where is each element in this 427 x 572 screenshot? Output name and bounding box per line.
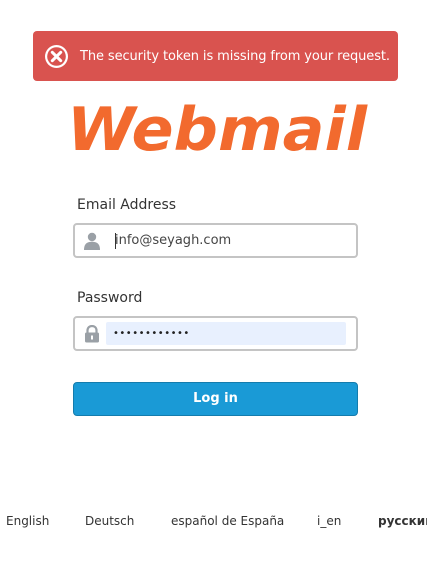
language-link-i-en[interactable]: i_en [317, 514, 341, 528]
password-autofill-box: •••••••••••• [106, 322, 346, 345]
webmail-logo: Webmail [63, 98, 373, 160]
language-link-deutsch[interactable]: Deutsch [85, 514, 134, 528]
error-alert: The security token is missing from your … [33, 31, 398, 81]
password-label: Password [77, 290, 143, 306]
user-icon [81, 225, 103, 256]
password-field[interactable]: •••••••••••• [73, 316, 358, 351]
error-message: The security token is missing from your … [80, 48, 390, 64]
password-value: •••••••••••• [113, 328, 190, 339]
login-button[interactable]: Log in [73, 382, 358, 416]
lock-icon [81, 318, 103, 349]
logo-text: Webmail [67, 98, 368, 160]
email-field[interactable]: info@seyagh.com [73, 223, 358, 258]
login-page: The security token is missing from your … [0, 0, 427, 572]
error-circle-x-icon [45, 44, 68, 68]
email-label: Email Address [77, 197, 177, 213]
language-link-russian[interactable]: русский [378, 514, 427, 528]
text-cursor [115, 233, 116, 249]
language-link-english[interactable]: English [6, 514, 49, 528]
email-value: info@seyagh.com [115, 233, 232, 248]
language-link-espanol[interactable]: español de España [171, 514, 284, 528]
webmail-logo-image: Webmail [67, 98, 368, 160]
language-list: English Deutsch español de España i_en р… [0, 514, 427, 534]
